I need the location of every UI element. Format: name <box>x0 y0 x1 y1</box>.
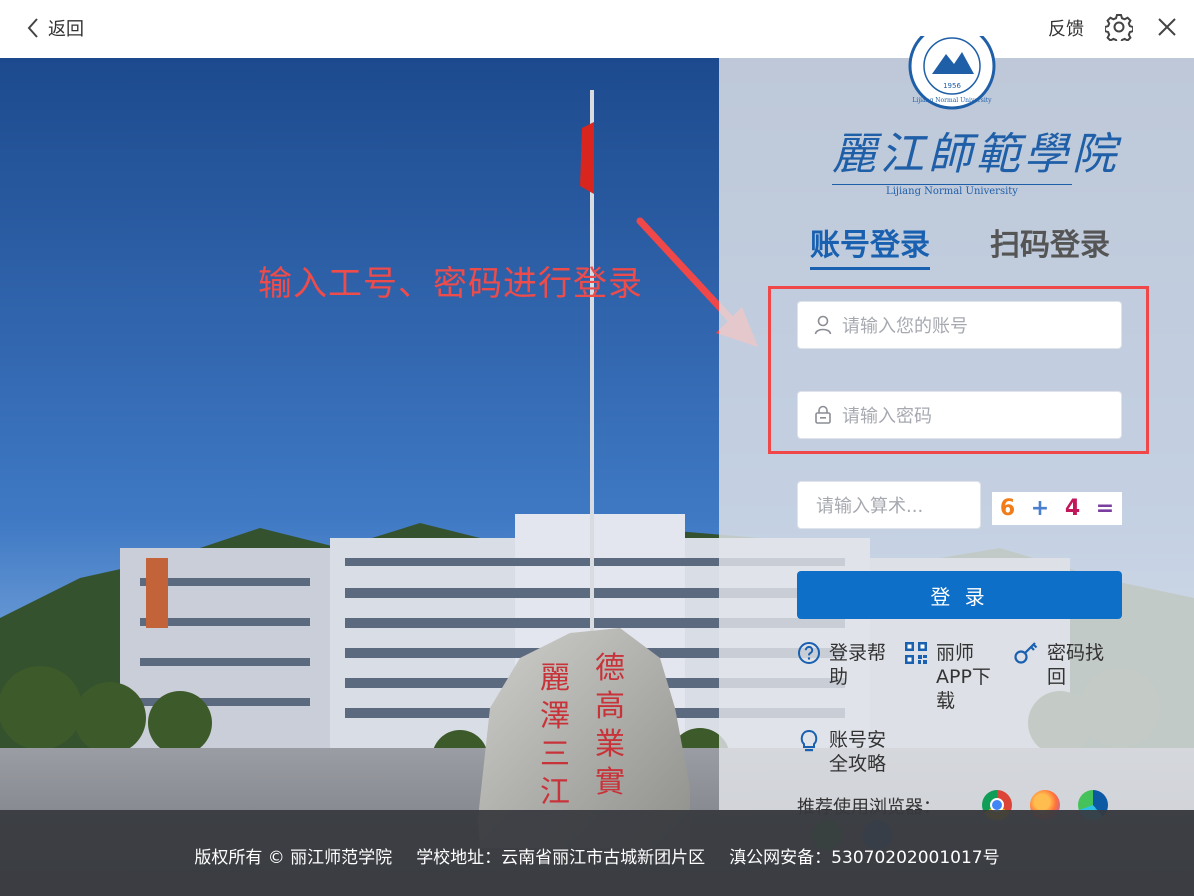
svg-text:實: 實 <box>595 765 625 800</box>
password-input[interactable]: 请输入密码 <box>797 391 1122 439</box>
login-help-link[interactable]: 登录帮助 <box>797 641 897 689</box>
captcha-char: 4 <box>1064 496 1081 521</box>
username-placeholder: 请输入您的账号 <box>842 316 968 337</box>
svg-text:三: 三 <box>540 737 570 772</box>
back-label: 返回 <box>48 19 84 40</box>
back-button[interactable]: 返回 <box>26 15 84 41</box>
captcha-char: 6 <box>999 496 1016 521</box>
close-icon[interactable] <box>1156 16 1178 38</box>
seal-year: 1956 <box>943 82 961 90</box>
lock-icon <box>815 405 831 424</box>
key-icon <box>1014 642 1038 664</box>
university-seal-logo: 1956 Lijiang Normal University <box>908 36 996 110</box>
gear-icon[interactable] <box>1105 13 1133 41</box>
password-recovery-link[interactable]: 密码找回 <box>1013 641 1113 689</box>
tab-qrcode-login[interactable]: 扫码登录 <box>990 220 1110 264</box>
footer-copyright: 版权所有 © 丽江师范学院 <box>194 847 393 868</box>
login-button[interactable]: 登 录 <box>797 571 1122 619</box>
question-icon <box>798 642 820 664</box>
app-download-label: 丽师APP下载 <box>936 642 991 712</box>
user-icon <box>814 315 832 335</box>
svg-text:麗: 麗 <box>540 661 570 696</box>
page-footer: 版权所有 © 丽江师范学院 学校地址：云南省丽江市古城新团片区 滇公网安备：53… <box>0 810 1194 896</box>
captcha-char: = <box>1095 496 1115 521</box>
svg-text:江: 江 <box>540 775 570 810</box>
tab-account-login[interactable]: 账号登录 <box>810 220 930 264</box>
captcha-char: + <box>1030 496 1050 521</box>
captcha-input[interactable]: 请输入算术... <box>797 481 981 529</box>
footer-address: 学校地址：云南省丽江市古城新团片区 <box>416 847 706 868</box>
annotation-text: 输入工号、密码进行登录 <box>258 264 643 304</box>
active-tab-indicator <box>810 267 930 270</box>
title-bar: 返回 反馈 <box>0 0 1194 58</box>
captcha-placeholder: 请输入算术... <box>816 496 924 517</box>
app-download-link[interactable]: 丽师APP下载 <box>904 641 1000 713</box>
svg-text:高: 高 <box>595 689 625 724</box>
chevron-left-icon <box>27 18 38 38</box>
login-help-label: 登录帮助 <box>829 642 887 688</box>
feedback-button[interactable]: 反馈 <box>1048 15 1084 41</box>
password-placeholder: 请输入密码 <box>842 406 932 427</box>
password-recovery-label: 密码找回 <box>1047 642 1105 688</box>
svg-text:業: 業 <box>595 727 625 762</box>
university-wordmark: 麗江師範學院 Lijiang Normal University <box>832 118 1120 197</box>
footer-icp: 滇公网安备：53070202001017号 <box>729 847 1000 868</box>
account-safety-link[interactable]: 账号安全攻略 <box>797 728 897 776</box>
svg-text:德: 德 <box>595 651 625 686</box>
account-safety-label: 账号安全攻略 <box>829 729 887 775</box>
username-input[interactable]: 请输入您的账号 <box>797 301 1122 349</box>
lightbulb-icon <box>800 729 818 752</box>
qrcode-icon <box>905 642 927 664</box>
university-name-cn: 麗江師範學院 <box>832 129 1120 180</box>
captcha-image[interactable]: 6 + 4 = <box>992 492 1122 525</box>
svg-text:澤: 澤 <box>540 699 570 734</box>
university-name-en: Lijiang Normal University <box>832 184 1072 197</box>
seal-english-name: Lijiang Normal University <box>912 97 992 104</box>
